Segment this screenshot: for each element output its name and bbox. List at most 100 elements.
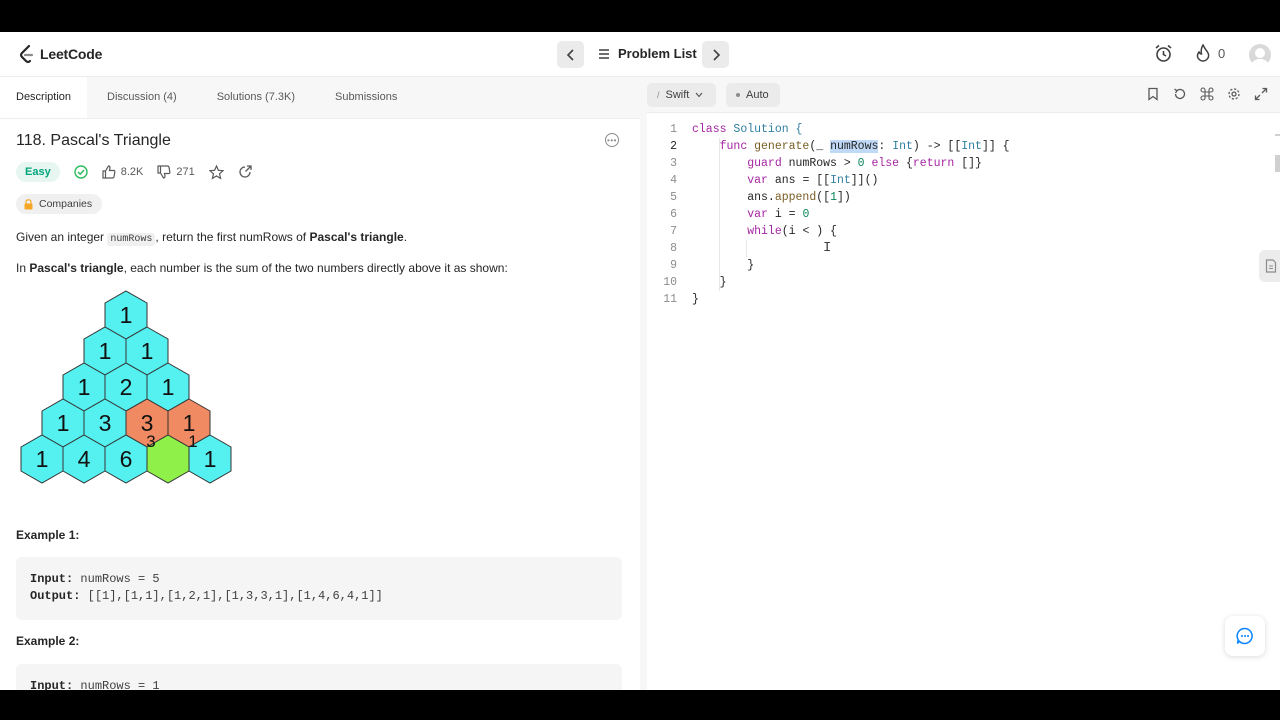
dislike-count: 271 (176, 166, 195, 178)
alarm-clock-icon (1155, 44, 1172, 62)
line-number: 10 (663, 276, 677, 289)
code-line: 10 } (647, 274, 1280, 291)
code-line: 8 (647, 240, 1280, 257)
line-number: 6 (670, 208, 677, 221)
settings-gear-icon[interactable] (1227, 87, 1241, 101)
side-panel-toggle[interactable] (1259, 250, 1280, 282)
code-line: 9 } (647, 257, 1280, 274)
line-number: 1 (670, 123, 677, 136)
input-label: Input: (30, 572, 74, 586)
scrollbar-thumb[interactable] (1275, 155, 1280, 172)
desc-text: Given an integer (16, 230, 108, 244)
line-number: 11 (663, 293, 677, 306)
panel-resize-handle[interactable] (640, 77, 647, 690)
more-options-icon[interactable]: ••• (605, 133, 619, 147)
code-line: 4 var ans = [[Int]]() (647, 172, 1280, 189)
share-icon[interactable] (238, 165, 252, 179)
reset-icon[interactable] (1173, 87, 1187, 101)
tab-solutions[interactable]: Solutions (7.3K) (197, 77, 315, 118)
code-text: ans.append([1]) (747, 191, 851, 204)
line-number: 9 (670, 259, 677, 272)
code-line: 3 guard numRows > 0 else {return []} (647, 155, 1280, 172)
line-number: 5 (670, 191, 677, 204)
output-value: [[1],[1,1],[1,2,1],[1,3,3,1],[1,4,6,4,1]… (80, 589, 383, 603)
chevron-left-icon (566, 48, 574, 61)
problem-tabs: Description Discussion (4) Solutions (7.… (0, 77, 640, 119)
triangle-cell-value: 1 (141, 338, 154, 364)
triangle-cell-value: 1 (57, 410, 70, 436)
description-panel: Description Discussion (4) Solutions (7.… (0, 77, 640, 690)
output-label: Output: (30, 589, 81, 603)
logo-text: LeetCode (40, 46, 103, 62)
tab-description[interactable]: Description (0, 77, 88, 118)
language-select[interactable]: / Swift (647, 83, 716, 107)
app-frame: LeetCode Problem List 0 Description Disc… (0, 32, 1280, 690)
streak-counter[interactable]: 0 (1196, 44, 1225, 62)
code-text: while(i < ) { (747, 225, 837, 238)
top-navbar: LeetCode Problem List 0 (0, 32, 1280, 77)
bookmark-icon[interactable] (1146, 87, 1160, 101)
triangle-cell-value: 1 (99, 338, 112, 364)
solved-check-icon (74, 165, 88, 179)
triangle-overlay-value: 1 (188, 432, 197, 451)
problem-title[interactable]: 118. Pascal's Triangle (16, 132, 171, 150)
timer-button[interactable] (1154, 44, 1173, 63)
feedback-chat-button[interactable] (1225, 616, 1265, 656)
chevron-down-icon (695, 92, 703, 98)
desc-bold: Pascal's triangle (29, 261, 124, 275)
logo[interactable]: LeetCode (18, 44, 102, 64)
editor-tool-icons (1146, 87, 1268, 101)
input-value: numRows = 5 (73, 572, 160, 586)
triangle-cell-value: 1 (120, 302, 133, 328)
description-paragraph-1: Given an integer numRows, return the fir… (16, 229, 407, 248)
tab-discussion[interactable]: Discussion (4) (87, 77, 197, 118)
line-number: 3 (670, 157, 677, 170)
flame-icon (1196, 44, 1210, 62)
code-line: 5 ans.append([1]) (647, 189, 1280, 206)
triangle-cell-value: 3 (99, 410, 112, 436)
triangle-cell-value: 1 (78, 374, 91, 400)
command-icon[interactable] (1200, 87, 1214, 101)
problem-meta-row: Easy 8.2K 271 (16, 162, 252, 182)
dislike-button[interactable]: 271 (157, 165, 195, 179)
input-value: numRows = 1 (73, 679, 160, 690)
example-1-output: Output: [[1],[1,1],[1,2,1],[1,3,3,1],[1,… (30, 588, 608, 605)
tab-submissions[interactable]: Submissions (315, 77, 417, 118)
like-button[interactable]: 8.2K (102, 165, 143, 179)
code-text: class Solution { (692, 123, 803, 136)
auto-mode-select[interactable]: Auto (726, 83, 780, 107)
code-line: 1 class Solution { (647, 121, 1280, 138)
fullscreen-icon[interactable] (1254, 87, 1268, 101)
triangle-cell-value: 1 (36, 446, 49, 472)
text-cursor-icon: I (823, 240, 832, 256)
example-1-box: Input: numRows = 5 Output: [[1],[1,1],[1… (16, 557, 622, 620)
language-label: Swift (665, 89, 690, 101)
dot-icon (736, 93, 740, 97)
chevron-right-icon (712, 48, 720, 61)
code-text: } (747, 259, 755, 272)
next-problem-button[interactable] (702, 41, 729, 68)
pascal-triangle-image: 11 11 2 11 3 3 11 4 6 13 1 (20, 290, 232, 484)
desc-bold: Pascal's triangle (309, 230, 404, 244)
triangle-cell-value: 1 (162, 374, 175, 400)
code-line: 7 while(i < ) { (647, 223, 1280, 240)
code-text: } (719, 276, 727, 289)
triangle-overlay-value: 3 (146, 432, 155, 451)
prev-problem-button[interactable] (557, 41, 584, 68)
star-icon[interactable] (208, 164, 224, 180)
example-1-title: Example 1: (16, 528, 80, 542)
user-avatar[interactable] (1249, 44, 1271, 66)
desc-text: In (16, 261, 30, 275)
companies-tag[interactable]: Companies (16, 194, 103, 214)
thumbs-down-icon (157, 165, 171, 179)
problem-list-link[interactable]: Problem List (598, 46, 697, 61)
line-number: 7 (670, 225, 677, 238)
triangle-cell-value: 6 (120, 446, 133, 472)
code-text: var ans = [[Int]]() (747, 174, 879, 187)
code-line: 6 var i = 0 (647, 206, 1280, 223)
problem-list-label: Problem List (618, 46, 697, 61)
scrollbar-marker (1275, 134, 1280, 136)
code-line: 11} (647, 291, 1280, 308)
desc-text: , each number is the sum of the two numb… (123, 261, 508, 275)
code-editor[interactable]: 1 class Solution { 2 func generate(_ numR… (647, 121, 1280, 308)
